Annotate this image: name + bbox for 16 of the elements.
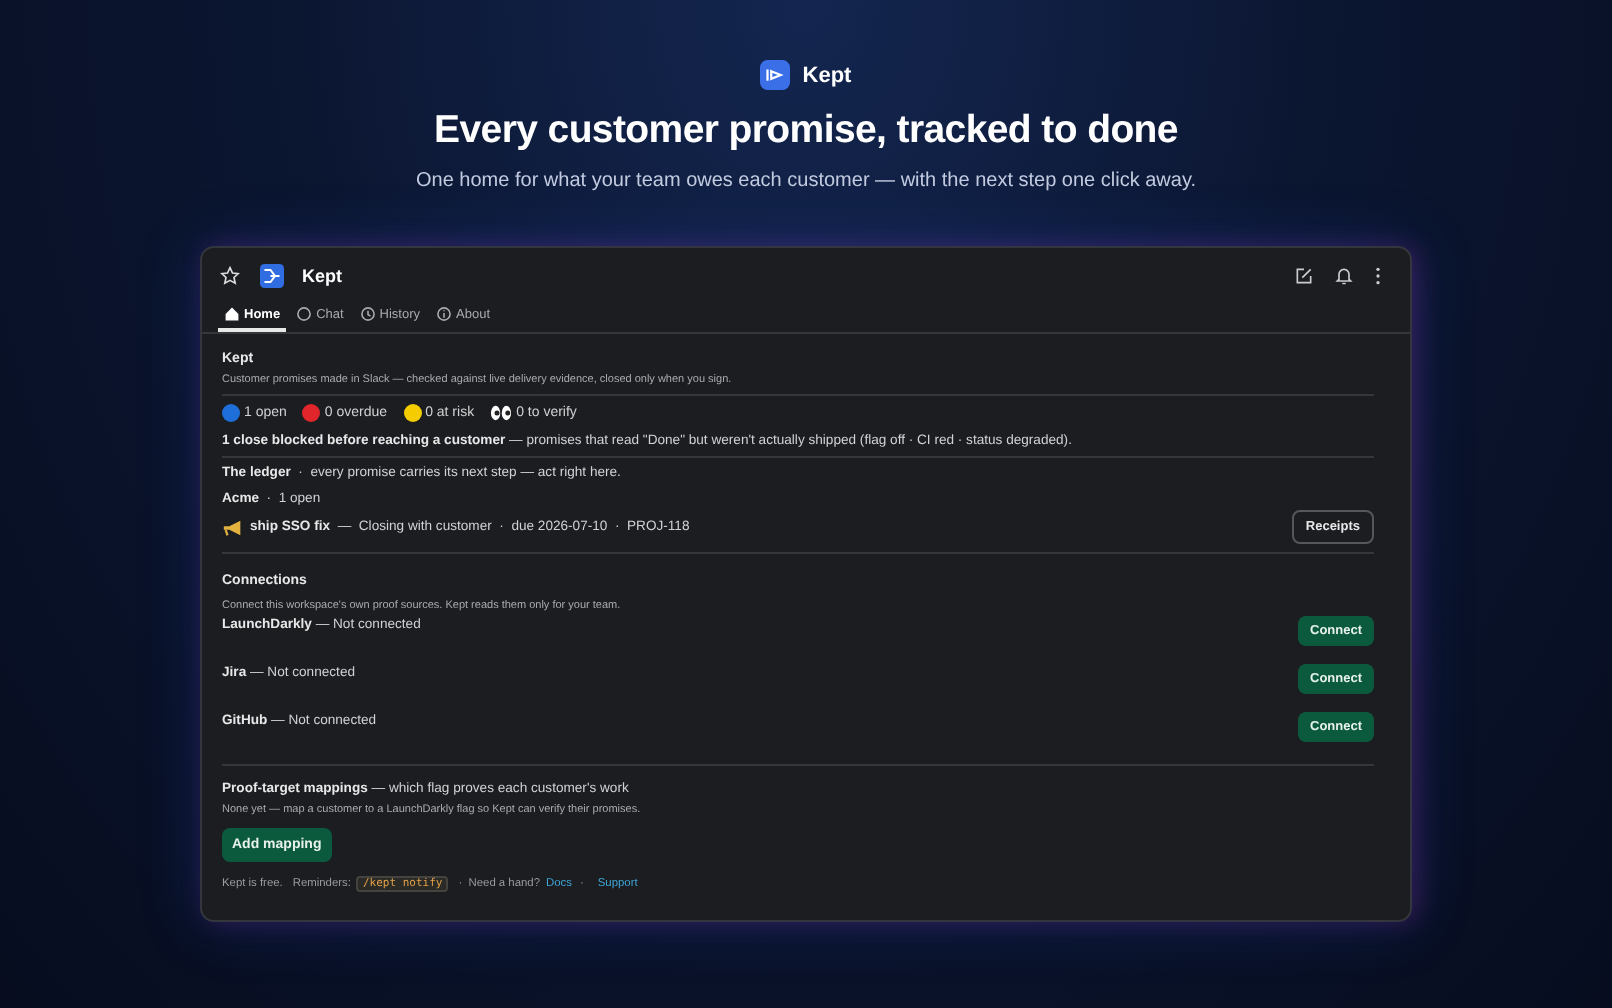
brand-name: Kept [802,63,852,87]
home-icon [224,306,240,322]
clock-icon [359,306,376,322]
chat-icon [296,306,313,322]
star-icon[interactable] [220,266,240,286]
subtitle: One home for what your team owes each customer — with the next step one click away. [416,170,1196,192]
app-name: Kept [302,266,342,286]
horn-icon [222,517,244,537]
app-icon [260,264,284,288]
eyes-icon [490,404,513,422]
info-icon [436,306,453,322]
headline: Every customer promise, tracked to done [434,108,1178,154]
bell-icon[interactable] [1334,266,1354,286]
more-icon[interactable] [1374,266,1382,286]
logo-icon [760,60,791,90]
compose-icon[interactable] [1294,266,1314,286]
